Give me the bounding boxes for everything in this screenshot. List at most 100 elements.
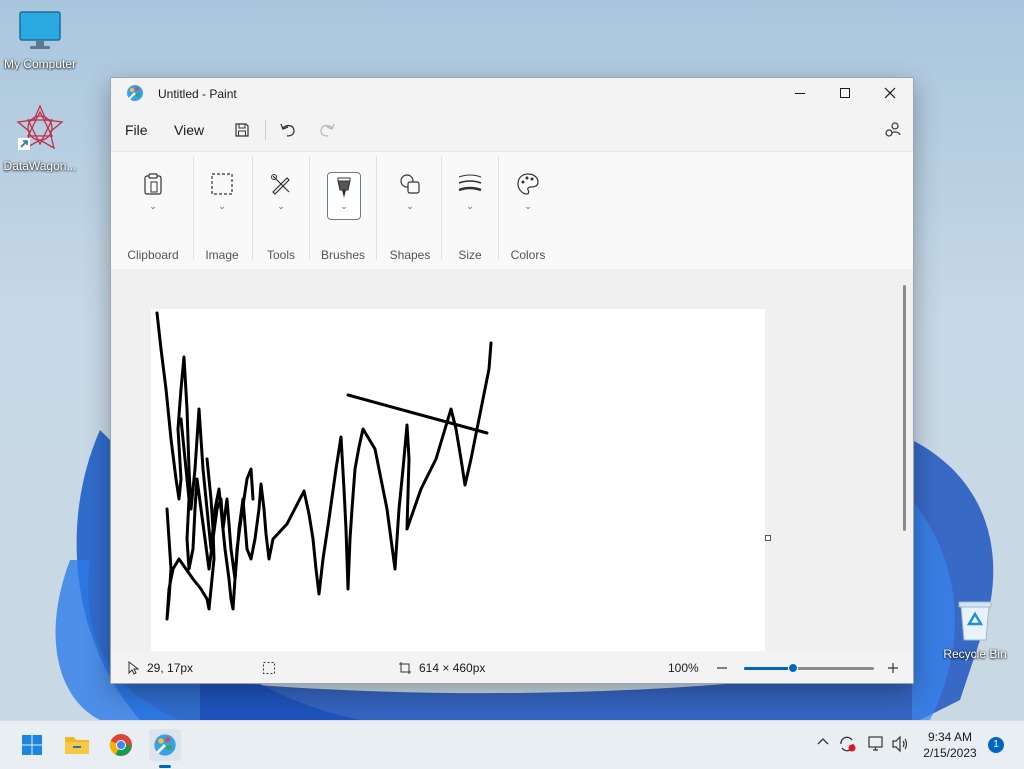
group-tools: ⌄ Tools xyxy=(255,152,307,269)
chevron-down-icon: ⌄ xyxy=(218,201,226,211)
line-size-icon xyxy=(458,174,482,192)
show-hidden-icons-button[interactable] xyxy=(816,735,830,754)
desktop-icon-datawagon[interactable]: DataWagon... xyxy=(0,104,80,173)
tools-button[interactable]: ⌄ xyxy=(265,172,297,220)
paint-app-icon xyxy=(154,734,176,756)
toolbar-divider xyxy=(265,120,266,140)
desktop-icon-my-computer[interactable]: My Computer xyxy=(0,10,80,71)
zoom-in-button[interactable] xyxy=(886,661,900,675)
group-label: Colors xyxy=(510,248,546,262)
sync-status-button[interactable] xyxy=(838,735,858,758)
monitor-icon xyxy=(19,11,61,49)
selection-icon xyxy=(211,173,233,195)
canvas-resize-handle[interactable] xyxy=(765,535,771,541)
taskbar: 9:34 AM 2/15/2023 1 xyxy=(0,720,1024,769)
title-bar[interactable]: Untitled - Paint xyxy=(111,78,913,108)
desktop-icon-label: Recycle Bin xyxy=(943,647,1007,661)
brush-icon xyxy=(337,177,351,198)
selection-size-icon xyxy=(263,662,275,674)
vertical-scrollbar[interactable] xyxy=(903,285,906,531)
shapes-icon xyxy=(400,174,420,194)
maximize-button[interactable] xyxy=(822,78,868,108)
recycle-bin-icon xyxy=(958,601,992,641)
paint-app-icon xyxy=(127,85,143,101)
ribbon-divider xyxy=(193,156,194,260)
paint-taskbar-button[interactable] xyxy=(149,729,181,768)
cursor-position-readout: 29, 17px xyxy=(147,661,194,675)
windows-logo-icon xyxy=(22,735,42,755)
drawing-canvas[interactable] xyxy=(151,309,765,651)
group-label: Shapes xyxy=(389,248,431,262)
chevron-down-icon: ⌄ xyxy=(466,201,474,211)
speaker-icon xyxy=(892,735,908,753)
ribbon-divider xyxy=(498,156,499,260)
group-label: Clipboard xyxy=(127,248,179,262)
chevron-down-icon: ⌄ xyxy=(524,201,532,211)
notification-badge[interactable]: 1 xyxy=(988,737,1004,753)
minimize-icon xyxy=(795,93,805,94)
close-icon xyxy=(884,87,896,99)
desktop-icon-recycle-bin[interactable]: Recycle Bin xyxy=(935,598,1015,661)
tools-icon xyxy=(271,174,290,195)
zoom-slider[interactable] xyxy=(744,663,874,673)
chevron-down-icon: ⌄ xyxy=(406,201,414,211)
chrome-icon xyxy=(109,734,132,756)
file-explorer-button[interactable] xyxy=(61,729,93,761)
group-label: Size xyxy=(458,248,482,262)
chevron-down-icon: ⌄ xyxy=(277,201,285,211)
save-button[interactable] xyxy=(228,116,256,144)
select-button[interactable]: ⌄ xyxy=(206,172,238,220)
volume-button[interactable] xyxy=(891,735,909,758)
network-icon xyxy=(868,736,883,751)
size-button[interactable]: ⌄ xyxy=(454,172,486,220)
group-colors: ⌄ Colors xyxy=(501,152,555,269)
ribbon-divider xyxy=(309,156,310,260)
status-bar: 29, 17px 614 × 460px 100% xyxy=(111,653,913,683)
canvas-size-readout: 614 × 460px xyxy=(419,661,486,675)
ribbon-divider xyxy=(252,156,253,260)
menu-view[interactable]: View xyxy=(174,122,204,138)
group-label: Brushes xyxy=(320,248,366,262)
group-label: Tools xyxy=(266,248,295,262)
network-button[interactable] xyxy=(866,735,886,758)
brushes-button[interactable]: ⌄ xyxy=(327,172,361,220)
chevron-up-icon xyxy=(817,738,829,745)
zoom-slider-fill xyxy=(744,667,794,670)
redo-button[interactable] xyxy=(313,116,341,144)
shapes-button[interactable]: ⌄ xyxy=(394,172,426,220)
clock-time: 9:34 AM xyxy=(927,730,973,744)
folder-icon xyxy=(65,737,89,754)
redo-icon xyxy=(320,123,335,137)
cursor-position-icon xyxy=(128,661,139,675)
maximize-icon xyxy=(840,88,850,98)
clipboard-icon xyxy=(144,173,162,195)
zoom-level: 100% xyxy=(668,661,699,675)
freehand-drawing xyxy=(155,311,493,621)
start-button[interactable] xyxy=(16,729,48,761)
ribbon-divider xyxy=(441,156,442,260)
chevron-down-icon: ⌄ xyxy=(340,201,348,211)
system-clock[interactable]: 9:34 AM 2/15/2023 xyxy=(918,729,982,761)
close-button[interactable] xyxy=(867,78,913,108)
minimize-button[interactable] xyxy=(777,78,823,108)
plus-icon xyxy=(888,663,898,673)
sync-icon xyxy=(840,736,856,752)
ribbon: ⌄ Clipboard ⌄ Image ⌄ Tools ⌄ Brushes ⌄ … xyxy=(111,151,913,270)
save-icon xyxy=(235,123,249,137)
undo-icon xyxy=(280,123,295,137)
window-title: Untitled - Paint xyxy=(158,87,237,101)
group-brushes: ⌄ Brushes xyxy=(312,152,374,269)
canvas-workspace xyxy=(111,269,913,651)
clipboard-button[interactable]: ⌄ xyxy=(137,172,169,220)
settings-button[interactable] xyxy=(879,116,907,144)
colors-button[interactable]: ⌄ xyxy=(512,172,544,220)
ribbon-divider xyxy=(376,156,377,260)
menu-file[interactable]: File xyxy=(125,122,148,138)
zoom-out-button[interactable] xyxy=(715,661,729,675)
zoom-slider-thumb[interactable] xyxy=(788,663,799,673)
desktop-icon-label: My Computer xyxy=(3,57,77,71)
group-size: ⌄ Size xyxy=(444,152,496,269)
canvas-size-icon xyxy=(399,662,411,674)
undo-button[interactable] xyxy=(274,116,302,144)
chrome-button[interactable] xyxy=(105,729,137,761)
